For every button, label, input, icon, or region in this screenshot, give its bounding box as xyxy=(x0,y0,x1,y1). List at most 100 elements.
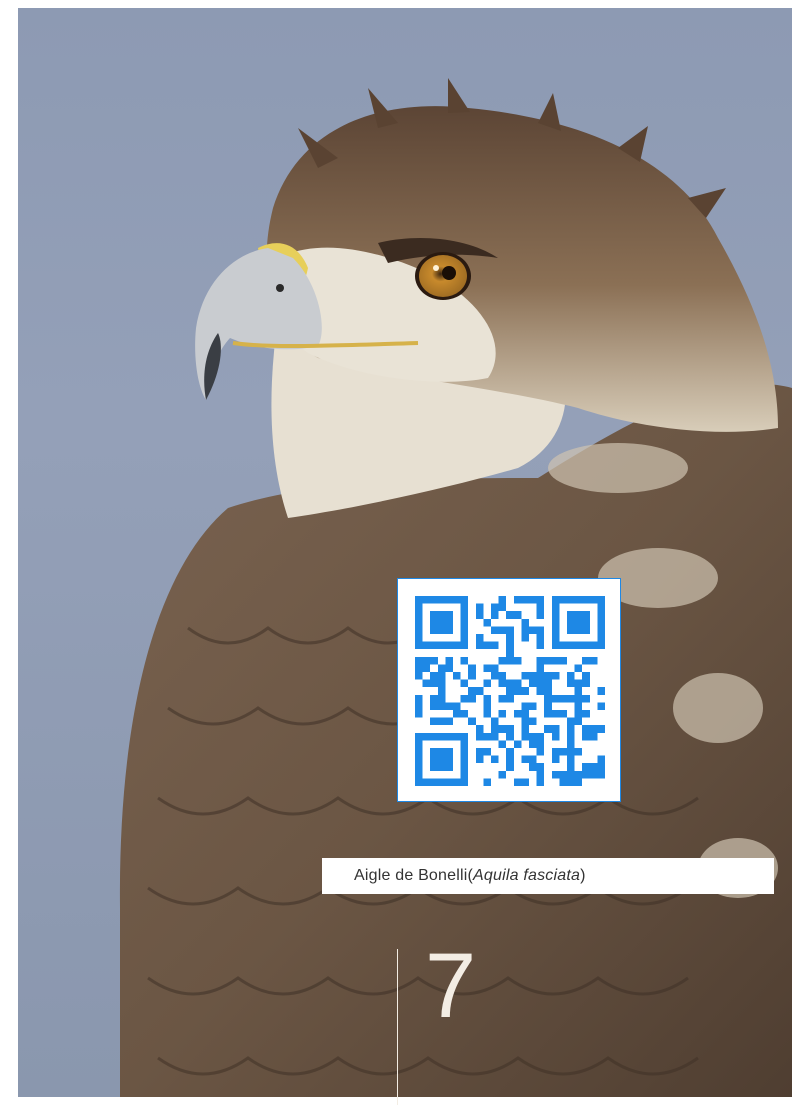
qr-module xyxy=(559,710,567,718)
qr-module xyxy=(529,626,537,634)
qr-module xyxy=(422,596,431,604)
qr-module xyxy=(506,649,514,657)
qr-module xyxy=(437,618,446,627)
qr-module xyxy=(483,732,491,741)
qr-module xyxy=(582,656,590,665)
qr-module xyxy=(483,641,491,650)
qr-module xyxy=(567,770,575,779)
qr-module xyxy=(498,596,507,604)
qr-module xyxy=(597,596,605,604)
qr-module xyxy=(491,611,499,619)
qr-module xyxy=(430,672,438,680)
qr-module xyxy=(529,702,537,710)
qr-module xyxy=(491,725,499,733)
qr-module xyxy=(536,740,545,748)
qr-module xyxy=(597,618,605,627)
caption-common-name: Aigle de Bonelli xyxy=(354,867,468,884)
qr-module xyxy=(415,778,423,786)
qr-module xyxy=(460,603,469,612)
qr-module xyxy=(460,634,469,642)
qr-module xyxy=(437,763,446,771)
qr-module xyxy=(468,664,476,672)
qr-module xyxy=(445,596,453,604)
qr-module xyxy=(491,732,499,741)
qr-module xyxy=(506,755,514,764)
qr-module xyxy=(437,596,446,604)
qr-module xyxy=(597,763,605,771)
qr-module xyxy=(415,626,423,634)
qr-module xyxy=(460,740,469,748)
qr-module xyxy=(574,710,583,718)
qr-module xyxy=(498,656,507,665)
caption-scientific-name: Aquila fasciata xyxy=(473,867,581,884)
qr-module xyxy=(506,679,514,688)
qr-module xyxy=(506,634,514,642)
qr-module xyxy=(589,596,598,604)
qr-module xyxy=(498,770,507,779)
qr-module xyxy=(460,694,469,703)
qr-module xyxy=(475,611,484,619)
qr-module xyxy=(574,641,583,650)
photo-caption: Aigle de Bonelli (Aquila fasciata) xyxy=(322,858,774,894)
qr-module xyxy=(475,641,484,650)
qr-module xyxy=(513,596,522,604)
qr-module xyxy=(498,679,507,688)
qr-module xyxy=(536,679,545,688)
qr-module xyxy=(430,596,438,604)
qr-module xyxy=(415,641,423,650)
qr-code-panel[interactable] xyxy=(397,578,621,802)
qr-module xyxy=(475,732,484,741)
qr-module xyxy=(582,694,590,703)
qr-module xyxy=(521,725,529,733)
qr-module xyxy=(521,687,529,695)
qr-module xyxy=(521,634,529,642)
qr-module xyxy=(498,740,507,748)
qr-module xyxy=(551,603,560,612)
qr-module xyxy=(437,611,446,619)
qr-code[interactable] xyxy=(415,596,605,786)
qr-module xyxy=(483,679,491,688)
qr-module xyxy=(574,717,583,726)
qr-module xyxy=(574,679,583,688)
qr-module xyxy=(437,717,446,726)
qr-module xyxy=(574,687,583,695)
qr-module xyxy=(597,725,605,733)
qr-module xyxy=(567,672,575,680)
qr-module xyxy=(559,770,567,779)
qr-module xyxy=(445,664,453,672)
qr-module xyxy=(536,672,545,680)
qr-module xyxy=(521,778,529,786)
qr-module xyxy=(567,717,575,726)
qr-module xyxy=(582,725,590,733)
qr-module xyxy=(582,672,590,680)
qr-module xyxy=(582,679,590,688)
qr-module xyxy=(529,717,537,726)
qr-module xyxy=(437,732,446,741)
qr-module xyxy=(460,748,469,756)
qr-module xyxy=(559,656,567,665)
qr-module xyxy=(559,748,567,756)
qr-module xyxy=(445,755,453,764)
qr-module xyxy=(445,732,453,741)
qr-module xyxy=(445,618,453,627)
qr-module xyxy=(430,755,438,764)
qr-module xyxy=(529,732,537,741)
qr-module xyxy=(544,687,552,695)
qr-module xyxy=(544,672,552,680)
qr-module xyxy=(422,664,431,672)
qr-module xyxy=(513,611,522,619)
qr-module xyxy=(536,664,545,672)
qr-module xyxy=(491,641,499,650)
qr-module xyxy=(589,725,598,733)
qr-module xyxy=(460,596,469,604)
page-number-divider xyxy=(397,949,398,1105)
qr-module xyxy=(506,763,514,771)
qr-module xyxy=(521,626,529,634)
qr-module xyxy=(551,611,560,619)
qr-module xyxy=(498,694,507,703)
eagle-photo xyxy=(18,8,792,1097)
qr-module xyxy=(536,687,545,695)
qr-module xyxy=(567,755,575,764)
qr-module xyxy=(460,755,469,764)
qr-module xyxy=(445,641,453,650)
